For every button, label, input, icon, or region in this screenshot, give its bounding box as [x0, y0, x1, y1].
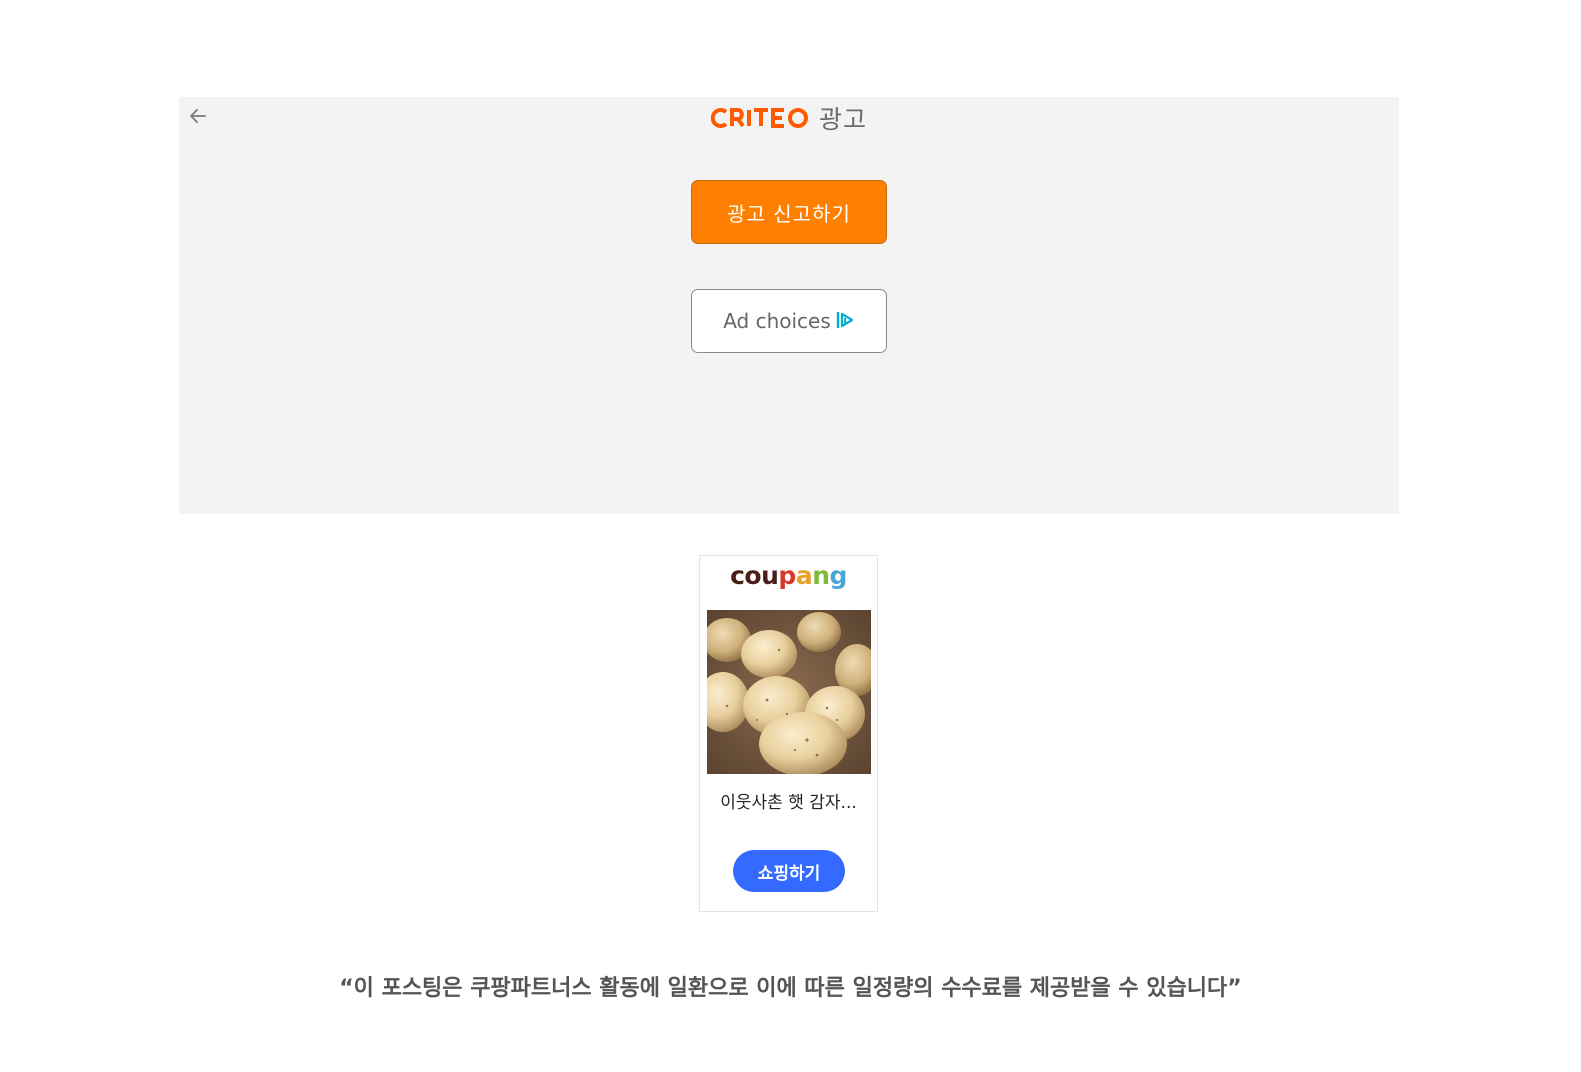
coupang-logo: coupang — [730, 561, 847, 590]
criteo-ad-panel: 광고 광고 신고하기 Ad choices — [179, 97, 1399, 514]
adchoices-button[interactable]: Ad choices — [691, 289, 887, 353]
report-ad-button[interactable]: 광고 신고하기 — [691, 180, 887, 244]
ad-label: 광고 — [818, 105, 867, 134]
partners-disclaimer: “이 포스팅은 쿠팡파트너스 활동에 일환으로 이에 따른 일정량의 수수료를 … — [339, 976, 1242, 1001]
adchoices-icon — [836, 312, 853, 328]
product-image-potatoes[interactable] — [707, 610, 871, 774]
criteo-logo — [710, 108, 808, 128]
adchoices-label: Ad choices — [723, 309, 831, 333]
criteo-header: 광고 — [179, 101, 1399, 135]
product-title[interactable]: 이웃사촌 햇 감자... — [700, 788, 877, 813]
shop-button[interactable]: 쇼핑하기 — [733, 850, 845, 892]
coupang-ad-card[interactable]: coupang 이웃사촌 햇 감자... 쇼핑하기 — [699, 555, 878, 912]
